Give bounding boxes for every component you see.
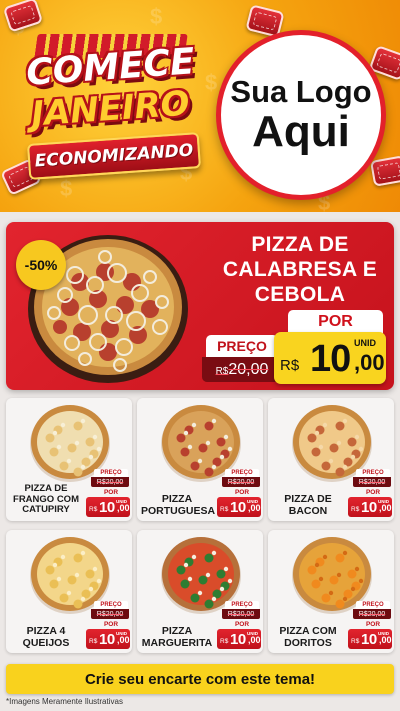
new-price-integer: 10	[99, 499, 115, 516]
product-name: PIZZA PORTUGUESA	[141, 493, 216, 517]
new-price: UNID R$ 10,00	[217, 497, 261, 517]
featured-offer[interactable]: -50% PIZZA DE CALABRESA E CEBOLA POR PRE…	[6, 222, 394, 390]
new-price-integer: 10	[230, 499, 246, 516]
preco-label: PREÇO	[94, 601, 128, 609]
preco-label: PREÇO	[206, 335, 278, 357]
por-label: POR	[365, 621, 381, 628]
old-price: R$20,00	[222, 609, 260, 619]
product-card[interactable]: PIZZA PORTUGUESA PREÇO R$20,00 POR UNID R$ 10,…	[137, 398, 263, 521]
cta-button[interactable]: Crie seu encarte com este tema!	[6, 664, 394, 694]
old-price: R$20,00	[202, 357, 282, 382]
new-price: UNID R$ 10,00	[86, 629, 130, 649]
new-price-currency: R$	[220, 638, 229, 645]
old-price: R$20,00	[91, 477, 129, 487]
unid-label: UNID	[354, 338, 376, 348]
product-name: PIZZA MARGUERITA	[141, 625, 213, 649]
por-label: POR	[103, 489, 119, 496]
new-price-integer: 10	[230, 631, 246, 648]
new-price: UNID R$ 10 ,00	[274, 332, 386, 384]
header-banner: $ $ $ $ $ $ $ COMECE JANEIRO ECONOMIZAND…	[0, 0, 400, 212]
preco-label: PREÇO	[356, 469, 390, 477]
logo-placeholder[interactable]: Sua Logo Aqui	[216, 30, 386, 200]
headline-line-3: ECONOMIZANDO	[34, 140, 194, 172]
new-price: UNID R$ 10,00	[217, 629, 261, 649]
new-price-decimal: ,00	[379, 635, 392, 645]
headline: COMECE JANEIRO ECONOMIZANDO	[8, 30, 208, 200]
product-card[interactable]: PIZZA DE FRANGO COM CATUPIRY PREÇO R$20,00…	[6, 398, 132, 521]
logo-text-line-1: Sua Logo	[230, 73, 372, 109]
new-price-decimal: ,00	[379, 503, 392, 513]
new-price-integer: 10	[361, 631, 377, 648]
product-card[interactable]: PIZZA DE BACON PREÇO R$20,00 POR UNID R$ 10,00	[268, 398, 394, 521]
old-price: R$20,00	[222, 477, 260, 487]
new-price-decimal: ,00	[117, 503, 130, 513]
featured-name-line: CEBOLA	[254, 283, 346, 307]
old-price: R$20,00	[353, 609, 391, 619]
preco-label: PREÇO	[356, 601, 390, 609]
por-label: POR	[234, 621, 250, 628]
new-price-decimal: ,00	[354, 350, 385, 375]
product-name: PIZZA COM DORITOS	[279, 625, 337, 649]
new-price-currency: R$	[280, 357, 300, 374]
new-price: UNID R$ 10,00	[348, 629, 392, 649]
preco-label: PREÇO	[225, 601, 259, 609]
new-price-decimal: ,00	[248, 635, 261, 645]
disclaimer-text: *Imagens Meramente Ilustrativas	[6, 697, 123, 706]
product-card[interactable]: PIZZA 4 QUEIJOS PREÇO R$20,00 POR UNID R$ 10,0…	[6, 530, 132, 653]
featured-name-line: CALABRESA E	[222, 258, 378, 282]
headline-line-2: JANEIRO	[30, 83, 191, 135]
logo-text-line-2: Aqui	[252, 106, 350, 156]
preco-label: PREÇO	[94, 469, 128, 477]
por-label: POR	[365, 489, 381, 496]
discount-badge: -50%	[16, 240, 66, 290]
new-price-currency: R$	[89, 638, 98, 645]
featured-product-name: PIZZA DE CALABRESA E CEBOLA	[211, 232, 389, 308]
new-price-integer: 10	[310, 338, 351, 380]
por-label: POR	[103, 621, 119, 628]
shopping-basket-icon	[2, 0, 44, 33]
product-name: PIZZA DE FRANGO COM CATUPIRY	[13, 483, 79, 516]
product-name: PIZZA 4 QUEIJOS	[22, 625, 70, 649]
new-price-integer: 10	[361, 499, 377, 516]
old-price: R$20,00	[91, 609, 129, 619]
por-label: POR	[234, 489, 250, 496]
new-price-decimal: ,00	[248, 503, 261, 513]
product-card[interactable]: PIZZA MARGUERITA PREÇO R$20,00 POR UNID R$ 10,…	[137, 530, 263, 653]
product-name: PIZZA DE BACON	[284, 493, 332, 517]
new-price-currency: R$	[220, 506, 229, 513]
new-price-currency: R$	[351, 506, 360, 513]
new-price-integer: 10	[99, 631, 115, 648]
old-price-currency: R$	[215, 365, 229, 377]
shopping-basket-icon	[370, 155, 400, 187]
old-price: R$20,00	[353, 477, 391, 487]
old-price-value: 20,00	[228, 360, 269, 378]
por-label: POR	[288, 310, 383, 334]
headline-band: ECONOMIZANDO	[26, 132, 202, 180]
new-price: UNID R$ 10,00	[348, 497, 392, 517]
new-price-decimal: ,00	[117, 635, 130, 645]
new-price-currency: R$	[351, 638, 360, 645]
new-price: UNID R$ 10,00	[86, 497, 130, 517]
preco-label: PREÇO	[225, 469, 259, 477]
product-card[interactable]: PIZZA COM DORITOS PREÇO R$20,00 POR UNID R$ 10…	[268, 530, 394, 653]
new-price-currency: R$	[89, 506, 98, 513]
featured-name-line: PIZZA DE	[251, 233, 349, 256]
